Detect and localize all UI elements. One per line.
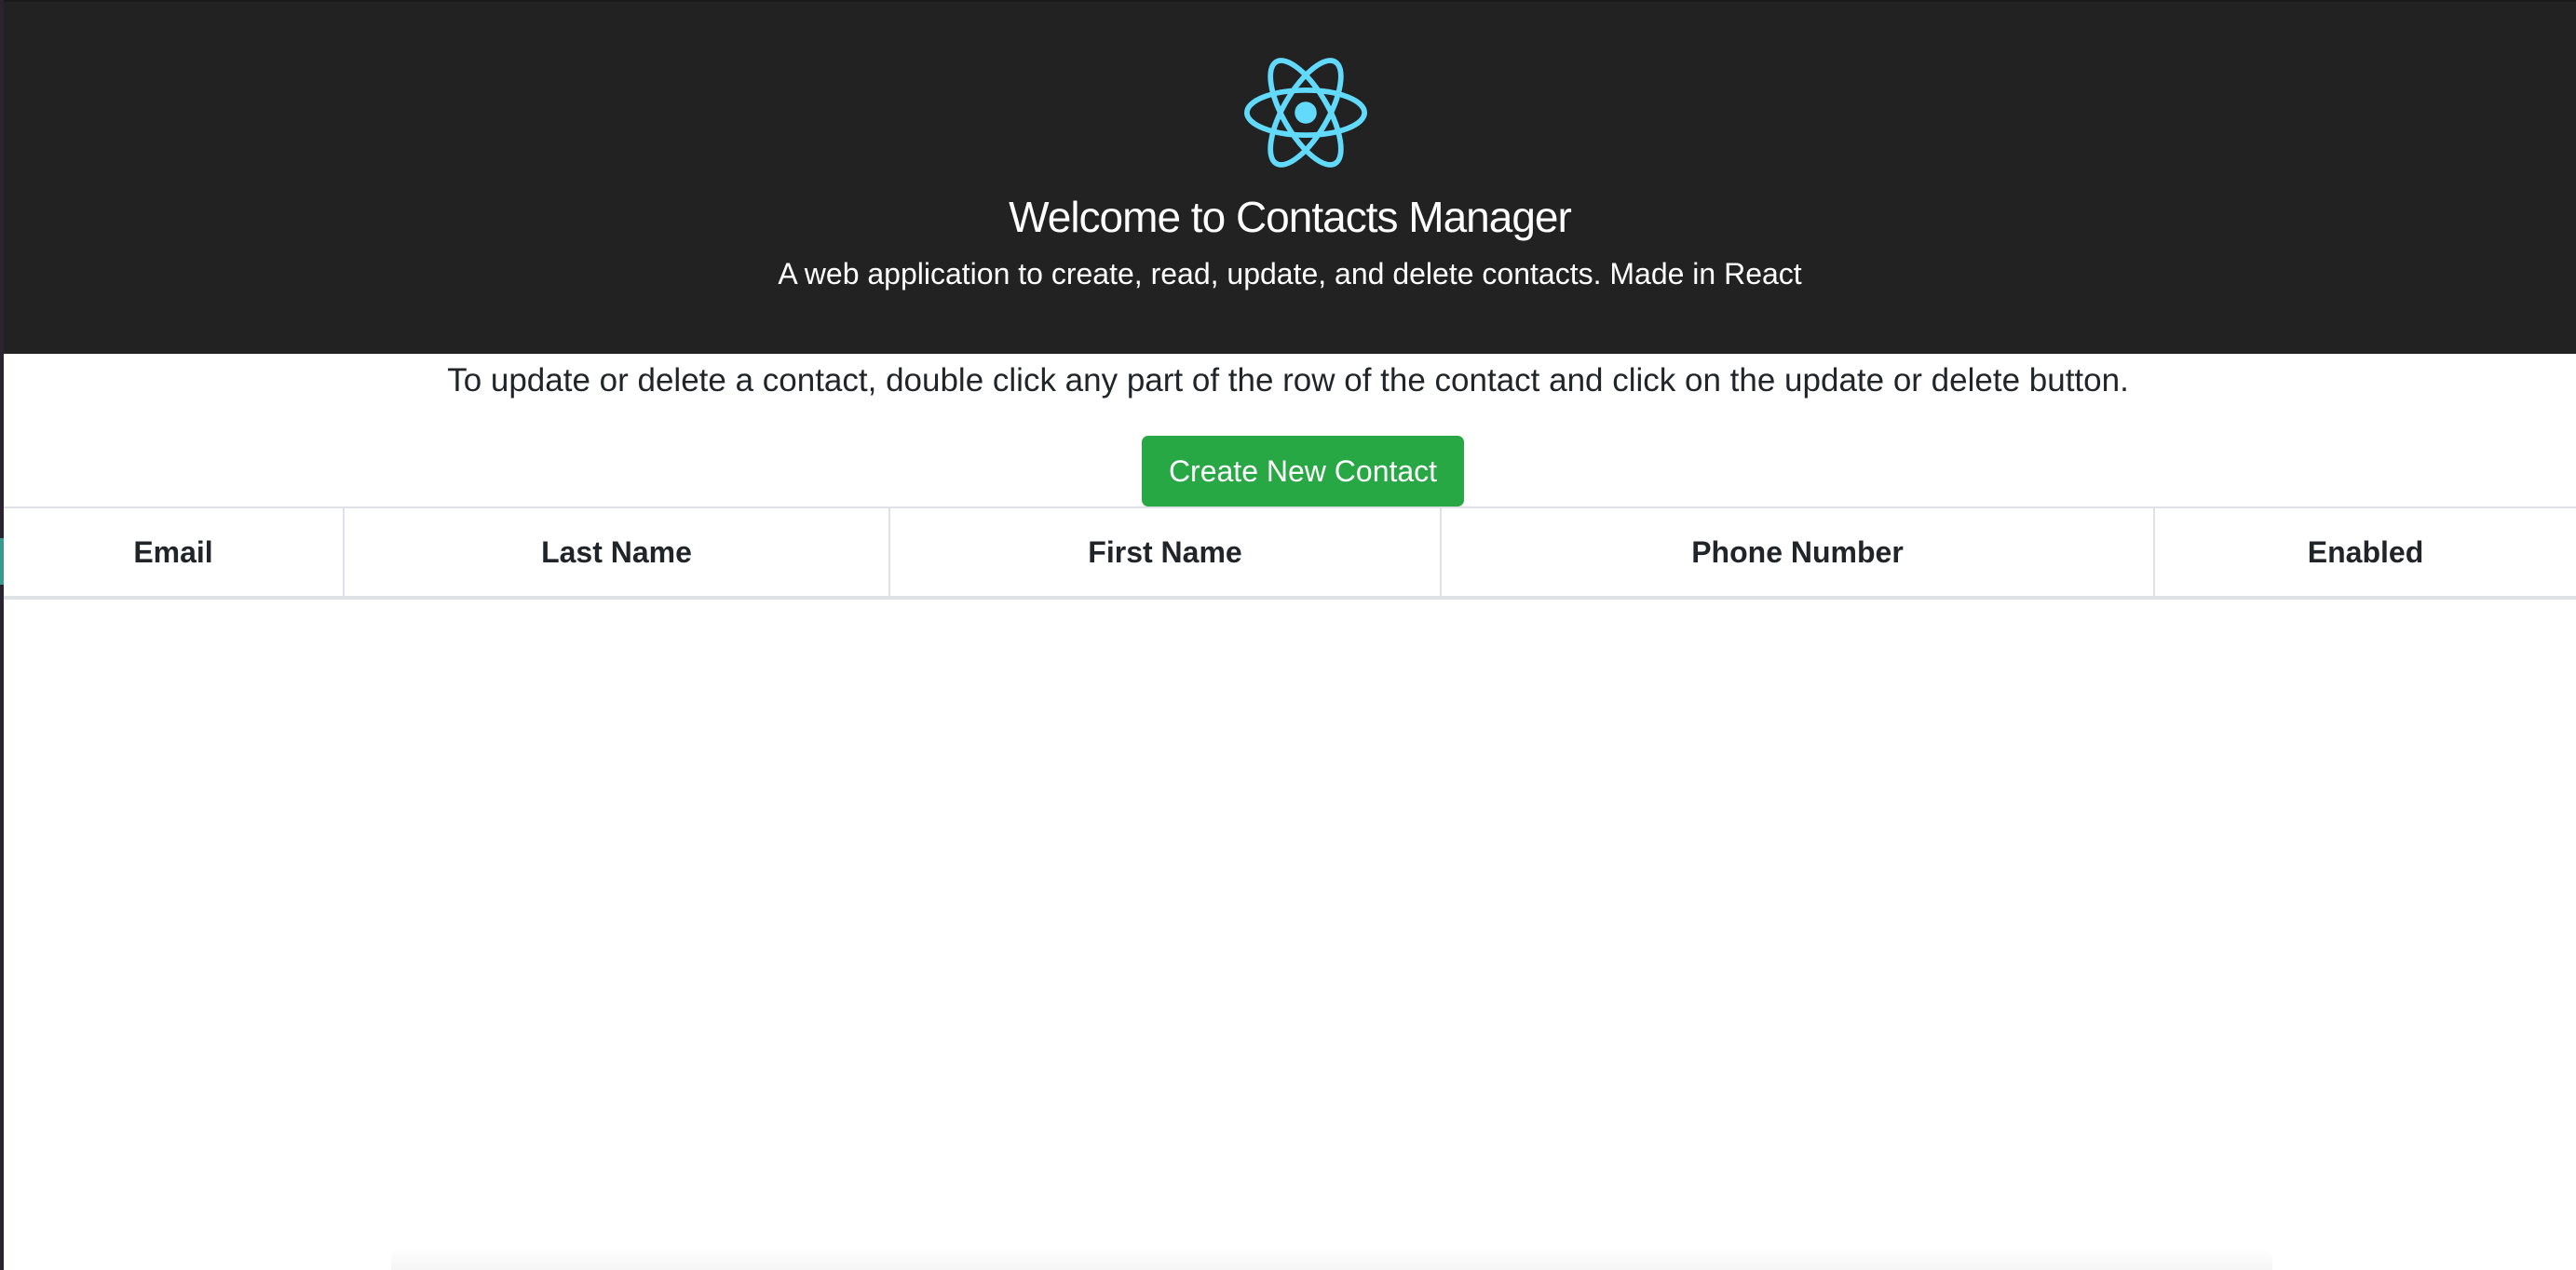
bottom-shadow-decoration <box>391 1248 2272 1270</box>
contacts-table-header: Email Last Name First Name Phone Number … <box>4 507 2576 600</box>
column-header-last-name[interactable]: Last Name <box>345 508 890 596</box>
column-header-email[interactable]: Email <box>4 508 345 596</box>
page-subtitle: A web application to create, read, updat… <box>778 257 1802 290</box>
column-header-phone-number[interactable]: Phone Number <box>1442 508 2155 596</box>
create-new-contact-button[interactable]: Create New Contact <box>1142 436 1464 507</box>
column-header-first-name[interactable]: First Name <box>890 508 1442 596</box>
app-header: Welcome to Contacts Manager A web applic… <box>4 0 2576 354</box>
react-atom-icon <box>1244 58 1367 168</box>
page-title: Welcome to Contacts Manager <box>1009 193 1572 241</box>
column-header-enabled[interactable]: Enabled <box>2155 508 2576 596</box>
app-page: Welcome to Contacts Manager A web applic… <box>0 0 2576 1270</box>
instructions-text: To update or delete a contact, double cl… <box>447 362 2129 399</box>
